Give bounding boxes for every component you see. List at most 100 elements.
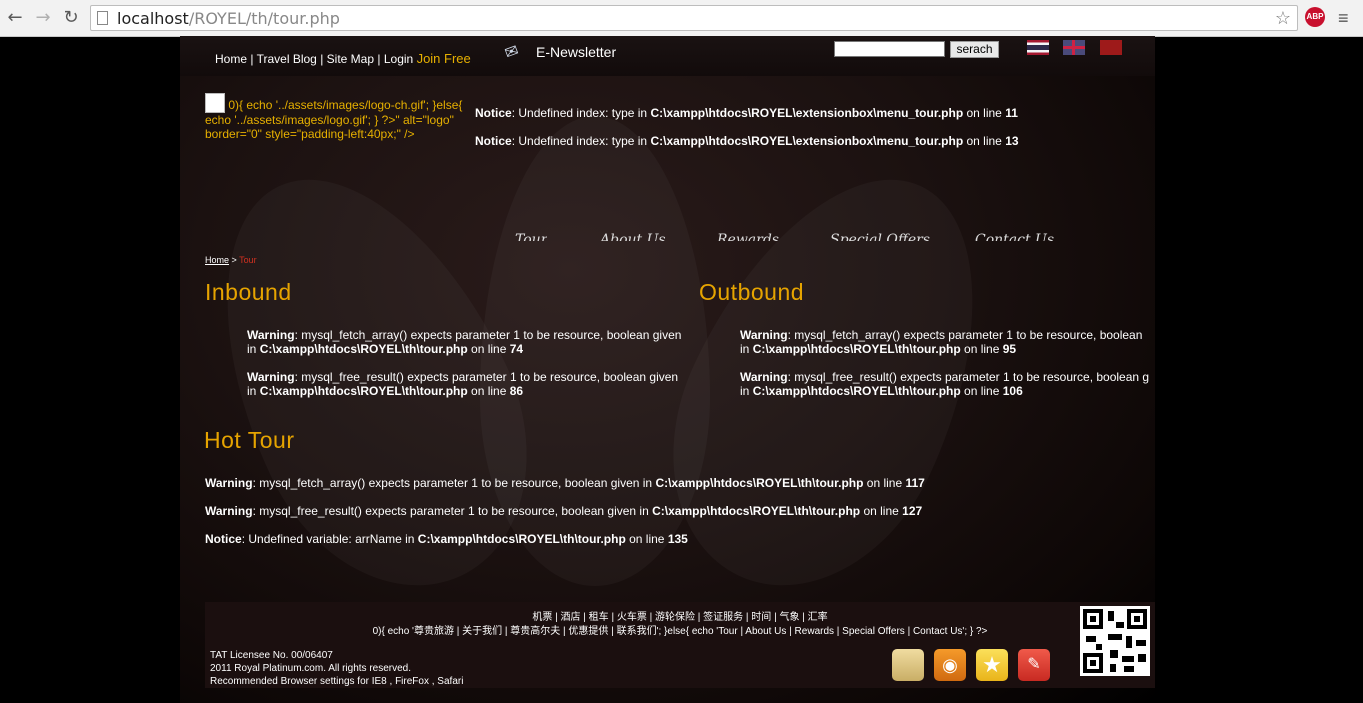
top-link-login[interactable]: Login	[384, 52, 413, 66]
nav-rewards[interactable]: Rewards	[717, 232, 779, 241]
adblock-icon[interactable]: ABP	[1305, 7, 1325, 27]
nav-special-offers[interactable]: Special Offers	[830, 232, 930, 241]
address-bar[interactable]: localhost/ROYEL/th/tour.php ☆	[90, 5, 1298, 31]
warning-label: Warning	[205, 476, 253, 490]
forward-arrow-icon[interactable]: →	[33, 8, 53, 28]
notice-label: Notice	[205, 532, 242, 546]
notice-label: Notice	[475, 106, 512, 120]
warning-in: in	[740, 384, 753, 398]
top-link-home[interactable]: Home	[215, 52, 247, 66]
warning-path: C:\xampp\htdocs\ROYEL\th\tour.php	[259, 384, 468, 398]
notice-path: C:\xampp\htdocs\ROYEL\extensionbox\menu_…	[650, 106, 964, 120]
license-text: TAT Licensee No. 00/06407	[210, 650, 333, 661]
mail-icon[interactable]	[892, 649, 924, 681]
bookmark-star-icon[interactable]: ☆	[1275, 8, 1291, 29]
notice-path: C:\xampp\htdocs\ROYEL\th\tour.php	[417, 532, 626, 546]
outbound-warning: Warning: mysql_fetch_array() expects par…	[740, 328, 1155, 356]
footer-links-chinese[interactable]: 机票 | 酒店 | 租车 | 火车票 | 游轮保险 | 签证服务 | 时间 | …	[205, 608, 1155, 623]
breadcrumb-home[interactable]: Home	[205, 255, 229, 265]
warning-in: in	[247, 384, 260, 398]
notice-line-number: 11	[1005, 106, 1018, 120]
separator: |	[377, 52, 381, 66]
warning-path: C:\xampp\htdocs\ROYEL\th\tour.php	[655, 476, 864, 490]
china-flag-icon[interactable]	[1100, 40, 1122, 55]
reload-icon[interactable]: ↻	[61, 8, 81, 28]
notice-path: C:\xampp\htdocs\ROYEL\extensionbox\menu_…	[650, 134, 964, 148]
warning-on: on line	[863, 476, 906, 490]
footer-copyright: TAT Licensee No. 00/06407 2011 Royal Pla…	[210, 649, 463, 688]
hot-tour-notice: Notice: Undefined variable: arrName in C…	[205, 532, 688, 546]
page-icon	[97, 11, 108, 25]
warning-in: in	[247, 342, 260, 356]
warning-line-number: 86	[509, 384, 524, 398]
inbound-warning: Warning: mysql_fetch_array() expects par…	[247, 328, 697, 356]
inbound-warning: Warning: mysql_free_result() expects par…	[247, 370, 697, 398]
warning-label: Warning	[205, 504, 253, 518]
logo-broken-image[interactable]: 0){ echo '../assets/images/logo-ch.gif';…	[205, 93, 475, 141]
chat-bubble-icon[interactable]: ✎	[1018, 649, 1050, 681]
broken-image-icon	[205, 93, 225, 113]
breadcrumb-current: Tour	[239, 255, 257, 265]
warning-path: C:\xampp\htdocs\ROYEL\th\tour.php	[259, 342, 468, 356]
thai-flag-icon[interactable]	[1027, 40, 1049, 55]
warning-msg: : mysql_free_result() expects parameter …	[252, 504, 653, 518]
warning-line-number: 117	[905, 476, 925, 490]
uk-flag-icon[interactable]	[1063, 40, 1085, 55]
back-arrow-icon[interactable]: ←	[5, 8, 25, 28]
hot-tour-warning: Warning: mysql_free_result() expects par…	[205, 504, 922, 518]
browser-note-text: Recommended Browser settings for IE8 , F…	[210, 676, 464, 687]
join-free-link[interactable]: Join Free	[417, 51, 471, 66]
search-button[interactable]: serach	[950, 41, 999, 58]
notice-label: Notice	[475, 134, 512, 148]
notice-msg: : Undefined index: type in	[511, 134, 651, 148]
hot-tour-warning: Warning: mysql_fetch_array() expects par…	[205, 476, 925, 490]
search-input[interactable]	[834, 41, 945, 57]
warning-on: on line	[960, 342, 1003, 356]
separator: |	[320, 52, 324, 66]
logo-alt-text: 0){ echo '../assets/images/logo-ch.gif';…	[205, 98, 463, 141]
warning-on: on line	[467, 384, 510, 398]
footer-links-english[interactable]: 0){ echo '尊贵旅游 | 关于我们 | 尊贵高尔夫 | 优惠提供 | 联…	[205, 622, 1155, 637]
warning-line-number: 127	[902, 504, 923, 518]
top-bar: Home | Travel Blog | Site Map | Login Jo…	[180, 36, 1155, 76]
top-link-travel-blog[interactable]: Travel Blog	[257, 52, 317, 66]
warning-in: in	[740, 342, 753, 356]
outbound-heading: Outbound	[699, 279, 805, 305]
breadcrumb: Home > Tour	[205, 255, 257, 265]
warning-path: C:\xampp\htdocs\ROYEL\th\tour.php	[752, 342, 961, 356]
warning-msg: : mysql_fetch_array() expects parameter …	[252, 476, 656, 490]
warning-msg: : mysql_fetch_array() expects parameter …	[294, 328, 682, 342]
rss-icon[interactable]: ◉	[934, 649, 966, 681]
warning-path: C:\xampp\htdocs\ROYEL\th\tour.php	[752, 384, 961, 398]
e-newsletter-link[interactable]: E-Newsletter	[536, 44, 616, 60]
warning-label: Warning	[247, 370, 295, 384]
warning-label: Warning	[740, 328, 788, 342]
warning-on: on line	[960, 384, 1003, 398]
browser-menu-icon[interactable]: ≡	[1338, 8, 1349, 29]
notice-line-number: 13	[1005, 134, 1019, 148]
warning-on: on line	[860, 504, 903, 518]
qr-code-icon	[1080, 606, 1150, 676]
url-path: /ROYEL/th/tour.php	[188, 9, 340, 28]
top-links: Home | Travel Blog | Site Map | Login Jo…	[215, 51, 471, 66]
url-text[interactable]: localhost/ROYEL/th/tour.php	[117, 9, 340, 28]
nav-contact-us[interactable]: Contact Us	[975, 232, 1054, 241]
copyright-text: 2011 Royal Platinum.com. All rights rese…	[210, 663, 412, 674]
notice-msg: : Undefined index: type in	[511, 106, 651, 120]
envelope-icon[interactable]: ✉	[502, 40, 521, 63]
outbound-warning: Warning: mysql_free_result() expects par…	[740, 370, 1155, 398]
notice-on: on line	[625, 532, 668, 546]
warning-on: on line	[467, 342, 510, 356]
warning-line-number: 74	[509, 342, 524, 356]
browser-toolbar: ← → ↻ localhost/ROYEL/th/tour.php ☆ ABP …	[0, 0, 1363, 37]
nav-about-us[interactable]: About Us	[600, 232, 666, 241]
favorite-star-icon[interactable]: ★	[976, 649, 1008, 681]
warning-label: Warning	[247, 328, 295, 342]
page: Home | Travel Blog | Site Map | Login Jo…	[180, 36, 1155, 703]
url-host: localhost	[117, 9, 189, 28]
top-link-site-map[interactable]: Site Map	[327, 52, 374, 66]
hot-tour-heading: Hot Tour	[204, 427, 295, 453]
nav-tour[interactable]: Tour	[515, 232, 547, 241]
notice-line-number: 135	[667, 532, 688, 546]
warning-msg: : mysql_free_result() expects parameter …	[294, 370, 679, 384]
